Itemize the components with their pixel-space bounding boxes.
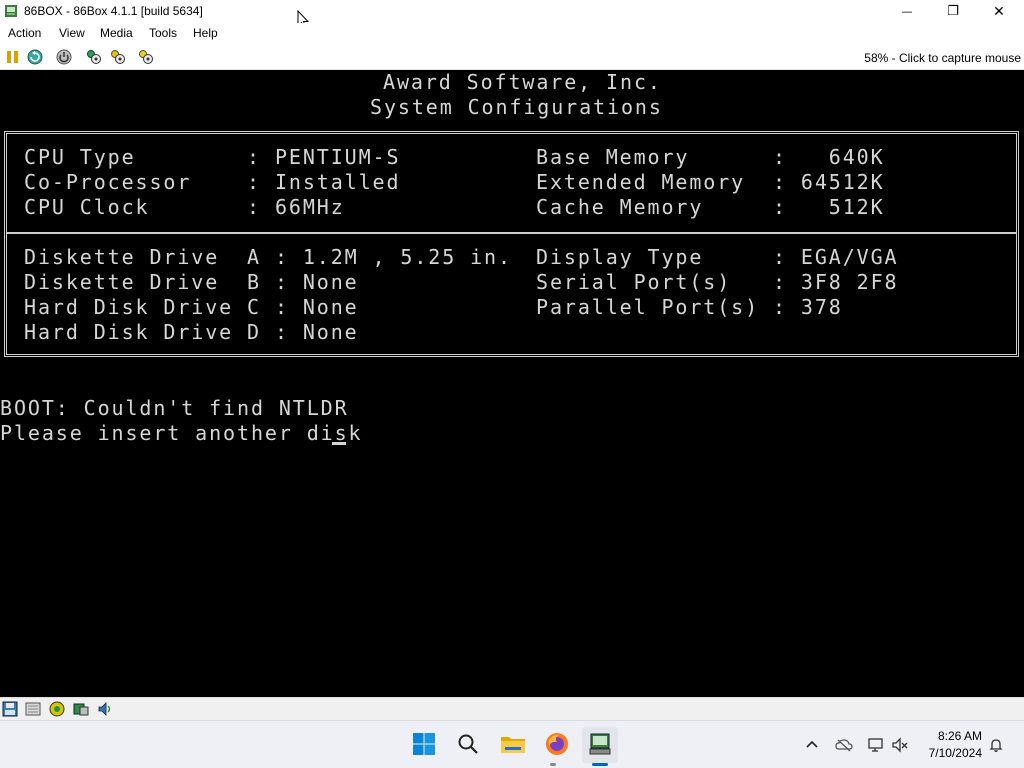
boot-prompt-line: Please insert another disk: [0, 421, 363, 445]
close-icon: ✕: [993, 3, 1005, 20]
bios-row-diskette-a: Diskette Drive A : 1.2M , 5.25 in.: [24, 245, 512, 269]
sound-icon[interactable]: [97, 701, 113, 717]
bios-row-hdd-c: Hard Disk Drive C : None: [24, 295, 359, 319]
network-icon[interactable]: [49, 701, 65, 717]
hdd-icon[interactable]: [73, 701, 89, 717]
bios-panel-divider: [6, 232, 1017, 234]
file-explorer-button[interactable]: [495, 727, 531, 763]
status-bar: [0, 697, 1024, 720]
minimize-button[interactable]: —: [884, 0, 930, 23]
bios-heading: System Configurations: [370, 95, 663, 119]
taskbar: 8:26 AM 7/10/2024: [0, 720, 1024, 768]
network-status-icon[interactable]: [867, 736, 885, 754]
bios-row-cache-memory: Cache Memory : 512K: [536, 195, 885, 219]
title-bar: 86BOX - 86Box 4.1.1 [build 5634] — ❐ ✕: [0, 0, 1024, 23]
86box-logo-icon: [4, 4, 18, 18]
boot-error-line: BOOT: Couldn't find NTLDR: [0, 396, 349, 420]
volume-muted-icon[interactable]: [891, 736, 909, 754]
text-cursor: [332, 442, 346, 445]
start-button[interactable]: [406, 727, 442, 763]
start-icon: [412, 732, 436, 759]
mouse-capture-status[interactable]: 58% - Click to capture mouse: [864, 51, 1021, 65]
bios-row-hdd-d: Hard Disk Drive D : None: [24, 320, 359, 344]
minimize-icon: —: [901, 5, 913, 18]
bios-row-cpu-type: CPU Type : PENTIUM-S: [24, 145, 401, 169]
reset-icon[interactable]: [26, 48, 44, 66]
firefox-button[interactable]: [539, 727, 575, 763]
bios-row-extended-memory: Extended Memory : 64512K: [536, 170, 885, 194]
bios-row-display-type: Display Type : EGA/VGA: [536, 245, 899, 269]
menu-view[interactable]: View: [59, 26, 85, 40]
emulator-screen[interactable]: Award Software, Inc. System Configuratio…: [0, 70, 1024, 697]
menu-help[interactable]: Help: [193, 26, 218, 40]
86box-active-indicator: [592, 763, 608, 766]
86box-app-icon: [588, 732, 612, 759]
ctrl-alt-del-icon[interactable]: [137, 48, 155, 66]
settings-icon[interactable]: [85, 48, 103, 66]
menu-bar: Action View Media Tools Help: [0, 23, 1024, 44]
file-explorer-icon: [500, 733, 526, 758]
onedrive-icon[interactable]: [835, 736, 853, 754]
pause-icon[interactable]: [4, 48, 22, 66]
bios-row-cpu-clock: CPU Clock : 66MHz: [24, 195, 345, 219]
86box-taskbar-button[interactable]: [582, 727, 618, 763]
bios-row-diskette-b: Diskette Drive B : None: [24, 270, 359, 294]
menu-tools[interactable]: Tools: [149, 26, 177, 40]
hard-reset-icon[interactable]: [109, 48, 127, 66]
bios-row-base-memory: Base Memory : 640K: [536, 145, 885, 169]
menu-action[interactable]: Action: [8, 26, 41, 40]
power-icon[interactable]: [55, 48, 73, 66]
maximize-button[interactable]: ❐: [930, 0, 976, 23]
menu-media[interactable]: Media: [100, 26, 133, 40]
window-title: 86BOX - 86Box 4.1.1 [build 5634]: [24, 4, 203, 18]
firefox-icon: [545, 732, 569, 759]
maximize-icon: ❐: [947, 4, 959, 19]
floppy-icon[interactable]: [2, 701, 18, 717]
chevron-up-icon[interactable]: [803, 736, 821, 754]
firefox-running-indicator: [550, 763, 556, 766]
bios-row-coprocessor: Co-Processor : Installed: [24, 170, 401, 194]
bios-row-parallel-ports: Parallel Port(s) : 378: [536, 295, 843, 319]
close-button[interactable]: ✕: [976, 0, 1022, 23]
search-button[interactable]: [450, 727, 486, 763]
bios-vendor: Award Software, Inc.: [383, 70, 662, 94]
clock-date[interactable]: 7/10/2024: [912, 746, 982, 760]
notification-icon[interactable]: [987, 736, 1005, 754]
cdrom-icon[interactable]: [25, 701, 41, 717]
search-icon: [457, 733, 479, 758]
bios-row-serial-ports: Serial Port(s) : 3F8 2F8: [536, 270, 899, 294]
toolbar: 58% - Click to capture mouse: [0, 44, 1024, 70]
clock-time[interactable]: 8:26 AM: [922, 729, 982, 743]
